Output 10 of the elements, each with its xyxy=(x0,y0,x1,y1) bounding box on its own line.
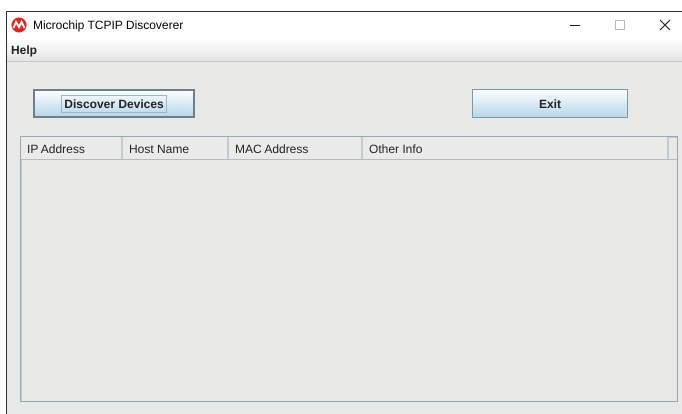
app-logo-icon xyxy=(11,17,27,33)
exit-button[interactable]: Exit xyxy=(472,89,628,118)
window-title: Microchip TCPIP Discoverer xyxy=(33,18,184,32)
column-header[interactable]: Host Name xyxy=(123,137,229,159)
close-icon[interactable] xyxy=(659,19,671,31)
column-header[interactable]: Other Info xyxy=(363,137,669,159)
discover-button[interactable]: Discover Devices xyxy=(33,89,195,118)
column-header[interactable]: MAC Address xyxy=(229,137,363,159)
column-header[interactable]: IP Address xyxy=(21,137,123,159)
menu-item[interactable]: Help xyxy=(11,42,38,56)
